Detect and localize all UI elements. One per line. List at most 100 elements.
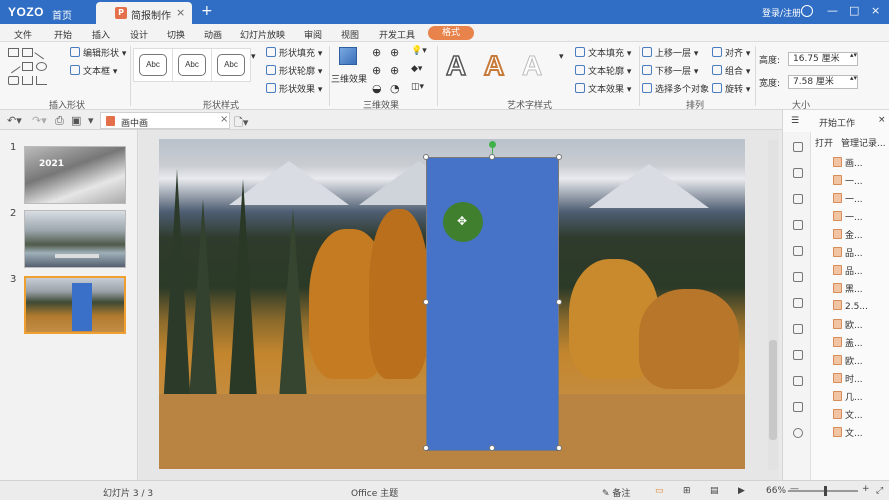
- menu-design[interactable]: 设计: [130, 28, 148, 41]
- redo-icon[interactable]: ↷▾: [32, 114, 47, 127]
- close-tab-icon[interactable]: ×: [176, 6, 185, 19]
- text-effect-button[interactable]: 文本效果 ▾: [575, 82, 631, 95]
- resize-handle-bottom[interactable]: [489, 445, 495, 451]
- maximize-icon[interactable]: □: [849, 4, 859, 17]
- resize-handle-top-right[interactable]: [556, 154, 562, 160]
- scrollbar-thumb[interactable]: [769, 340, 777, 440]
- resize-handle-bottom-right[interactable]: [556, 445, 562, 451]
- text-outline-button[interactable]: 文本轮廓 ▾: [575, 64, 631, 77]
- slide-thumbnail-1[interactable]: 2021: [24, 146, 126, 204]
- depth-icon[interactable]: ◒: [372, 82, 382, 95]
- height-spinner-icon[interactable]: ▴▾: [850, 51, 857, 59]
- group-button[interactable]: 组合 ▾: [712, 64, 750, 77]
- recent-file-item[interactable]: 欧...: [833, 318, 863, 331]
- shape-style-3[interactable]: Abc: [211, 48, 251, 82]
- lighting-icon[interactable]: 💡▾: [411, 46, 427, 56]
- width-spinner-icon[interactable]: ▴▾: [850, 74, 857, 82]
- open-link[interactable]: 打开: [815, 136, 833, 149]
- edit-icon[interactable]: [793, 402, 803, 412]
- edit-shape-button[interactable]: 编辑形状 ▾: [70, 46, 126, 59]
- recent-file-item[interactable]: 黑...: [833, 282, 863, 295]
- resize-handle-bottom-left[interactable]: [423, 445, 429, 451]
- slideshow-icon[interactable]: ▶: [738, 486, 745, 496]
- wordart-style-3[interactable]: A: [521, 50, 542, 82]
- recent-file-item[interactable]: 时...: [833, 372, 863, 385]
- recent-file-item[interactable]: 几...: [833, 390, 863, 403]
- triangle-icon[interactable]: [22, 76, 33, 85]
- menu-developer[interactable]: 开发工具: [379, 28, 415, 41]
- help-icon[interactable]: [793, 428, 803, 438]
- menu-slideshow[interactable]: 幻灯片放映: [240, 28, 285, 41]
- customize-toolbar-icon[interactable]: ▾: [88, 114, 94, 127]
- shape-effect-button[interactable]: 形状效果 ▾: [266, 82, 322, 95]
- shape-style-2[interactable]: Abc: [172, 48, 212, 82]
- recent-file-item[interactable]: 文...: [833, 426, 863, 439]
- crop-icon[interactable]: [793, 298, 803, 308]
- tools-icon[interactable]: [793, 194, 803, 204]
- shape-styles-more-icon[interactable]: ▾: [251, 52, 256, 62]
- panel-close-icon[interactable]: ×: [878, 115, 886, 125]
- ellipse-icon[interactable]: [36, 62, 47, 71]
- menu-home[interactable]: 开始: [54, 28, 72, 41]
- login-link[interactable]: 登录/注册: [762, 6, 801, 19]
- resize-handle-right[interactable]: [556, 299, 562, 305]
- tilt-left-icon[interactable]: ⊕: [372, 64, 381, 77]
- surface-icon[interactable]: ◆▾: [411, 64, 422, 74]
- pen-icon[interactable]: [793, 142, 803, 152]
- grid-icon[interactable]: [793, 272, 803, 282]
- line-icon[interactable]: [34, 45, 49, 60]
- manage-records-link[interactable]: 管理记录...: [841, 136, 886, 149]
- recent-file-item[interactable]: 一...: [833, 192, 863, 205]
- select-multiple-button[interactable]: 选择多个对象: [642, 82, 709, 95]
- resize-handle-top[interactable]: [489, 154, 495, 160]
- print-preview-icon[interactable]: ⎙: [55, 114, 64, 128]
- sliders-icon[interactable]: [793, 168, 803, 178]
- undo-icon[interactable]: ↶▾: [7, 114, 22, 127]
- resize-handle-left[interactable]: [423, 299, 429, 305]
- close-window-icon[interactable]: ×: [871, 4, 880, 17]
- move-icon[interactable]: [793, 246, 803, 256]
- zoom-slider-knob[interactable]: [824, 486, 827, 496]
- normal-view-icon[interactable]: ▭: [655, 486, 664, 496]
- shape-style-1[interactable]: Abc: [133, 48, 173, 82]
- comment-icon[interactable]: [793, 324, 803, 334]
- bring-forward-button[interactable]: 上移一层 ▾: [642, 46, 698, 59]
- three-d-effect-button[interactable]: 三维效果: [331, 72, 367, 85]
- wordart-more-icon[interactable]: ▾: [559, 52, 564, 62]
- vertical-scrollbar[interactable]: [768, 140, 778, 470]
- text-box-button[interactable]: 文本框 ▾: [70, 64, 117, 77]
- add-tab-icon[interactable]: +: [201, 3, 213, 19]
- tilt-down-icon[interactable]: ⊕: [390, 46, 399, 59]
- close-file-tab-icon[interactable]: ×: [220, 114, 228, 125]
- recent-file-item[interactable]: 盖...: [833, 336, 863, 349]
- file-tab[interactable]: 画中画 ×: [100, 112, 230, 129]
- menu-file[interactable]: 文件: [14, 28, 32, 41]
- tilt-right-icon[interactable]: ⊕: [390, 64, 399, 77]
- slide-thumbnail-2[interactable]: [24, 210, 126, 268]
- tilt-up-icon[interactable]: ⊕: [372, 46, 381, 59]
- zoom-in-icon[interactable]: +: [862, 484, 870, 494]
- send-backward-button[interactable]: 下移一层 ▾: [642, 64, 698, 77]
- document-tab[interactable]: P 简报制作 ×: [96, 2, 192, 24]
- three-d-cube-icon[interactable]: [339, 47, 357, 65]
- wordart-style-2[interactable]: A: [483, 49, 505, 82]
- slide-thumbnail-3[interactable]: [24, 276, 126, 334]
- width-input[interactable]: 7.58 厘米: [788, 75, 858, 89]
- rounded-rect-icon[interactable]: [8, 76, 19, 85]
- recent-file-item[interactable]: 一...: [833, 210, 863, 223]
- menu-insert[interactable]: 插入: [92, 28, 110, 41]
- brush-icon[interactable]: [793, 220, 803, 230]
- slide-sorter-icon[interactable]: ⊞: [683, 486, 691, 496]
- resize-handle-top-left[interactable]: [423, 154, 429, 160]
- rotation-handle[interactable]: [489, 141, 496, 148]
- recent-file-item[interactable]: 品...: [833, 246, 863, 259]
- minimize-icon[interactable]: —: [827, 4, 838, 17]
- align-button[interactable]: 对齐 ▾: [712, 46, 750, 59]
- text-fill-button[interactable]: 文本填充 ▾: [575, 46, 631, 59]
- recent-file-item[interactable]: 一...: [833, 174, 863, 187]
- elbow-connector-icon[interactable]: [36, 76, 47, 85]
- shape-outline-button[interactable]: 形状轮廓 ▾: [266, 64, 322, 77]
- panel-menu-icon[interactable]: ☰: [791, 116, 799, 126]
- menu-animation[interactable]: 动画: [204, 28, 222, 41]
- square-icon[interactable]: [22, 62, 33, 71]
